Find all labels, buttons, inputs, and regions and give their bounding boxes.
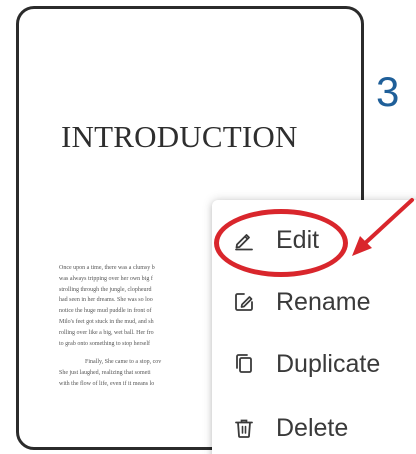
menu-item-edit[interactable]: Edit (212, 214, 416, 266)
page-number: 3 (376, 68, 400, 115)
menu-item-delete[interactable]: Delete (212, 402, 416, 454)
duplicate-icon (232, 352, 256, 376)
menu-item-label: Duplicate (276, 349, 381, 378)
menu-item-label: Rename (276, 287, 371, 316)
document-title: INTRODUCTION (61, 119, 298, 154)
rename-icon (232, 290, 256, 314)
menu-item-label: Edit (276, 225, 320, 254)
menu-item-label: Delete (276, 413, 349, 442)
pencil-icon (232, 228, 256, 252)
trash-icon (232, 416, 256, 440)
menu-item-rename[interactable]: Rename (212, 276, 416, 328)
screenshot-stage: INTRODUCTION Once upon a time, there was… (0, 0, 416, 454)
menu-item-duplicate[interactable]: Duplicate (212, 338, 416, 390)
context-menu: Edit Rename Duplicate Delete (212, 200, 416, 454)
